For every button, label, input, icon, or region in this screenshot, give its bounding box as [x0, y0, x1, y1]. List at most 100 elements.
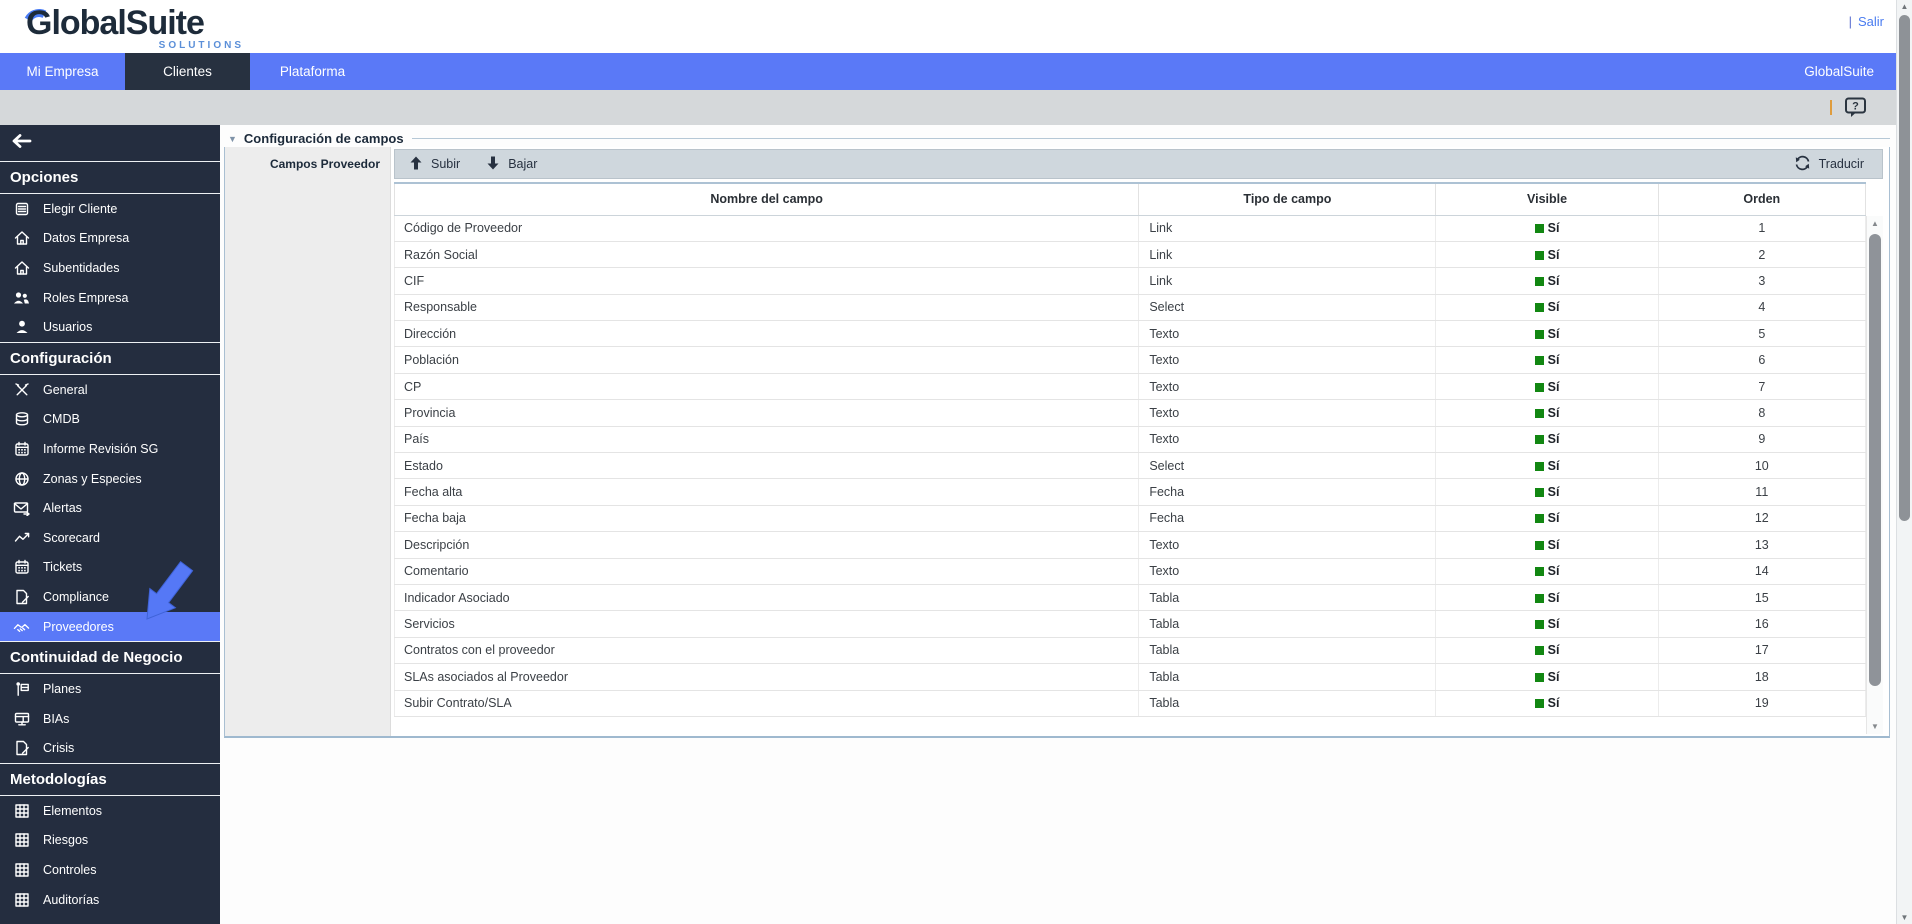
translate-label: Traducir: [1818, 157, 1864, 171]
handshake-icon: [13, 619, 30, 635]
sidebar-item-bias[interactable]: BIAs: [0, 704, 220, 734]
table-row[interactable]: Estado Select Sí 10: [393, 452, 1867, 480]
sidebar-item-controles[interactable]: Controles: [0, 855, 220, 885]
table-row[interactable]: Descripción Texto Sí 13: [393, 531, 1867, 559]
page-scrollbar-thumb[interactable]: [1899, 15, 1910, 521]
table-scrollbar-thumb[interactable]: [1869, 234, 1881, 686]
collapse-icon[interactable]: ▼: [228, 134, 237, 144]
visible-value: Sí: [1547, 300, 1560, 315]
visible-value: Sí: [1547, 353, 1560, 368]
sidebar-item-proveedores[interactable]: Proveedores: [0, 611, 220, 642]
sidebar-item-label: Proveedores: [43, 619, 114, 634]
sidebar-item-elegir-cliente[interactable]: Elegir Cliente: [0, 194, 220, 224]
sidebar-item-planes[interactable]: Planes: [0, 674, 220, 704]
green-square-icon: [1534, 382, 1544, 392]
scroll-up-icon[interactable]: ▲: [1867, 219, 1883, 228]
cell-field-name: Indicador Asociado: [393, 584, 1140, 612]
tab-mi-empresa[interactable]: Mi Empresa: [0, 53, 125, 90]
cell-visible: Sí: [1435, 531, 1659, 559]
cell-order: 1: [1657, 215, 1867, 242]
sidebar-item-general[interactable]: General: [0, 375, 220, 405]
table-row[interactable]: Subir Contrato/SLA Tabla Sí 19: [393, 690, 1867, 717]
main-nav: Mi Empresa Clientes Plataforma GlobalSuite: [0, 53, 1896, 90]
grid-icon: [13, 862, 30, 878]
sidebar-item-elementos[interactable]: Elementos: [0, 796, 220, 826]
table-row[interactable]: Código de Proveedor Link Sí 1: [393, 215, 1867, 242]
sidebar-item-cmdb[interactable]: CMDB: [0, 405, 220, 435]
table-scrollbar[interactable]: ▲ ▼: [1866, 216, 1883, 734]
table-row[interactable]: CIF Link Sí 3: [393, 267, 1867, 295]
cell-order: 19: [1657, 690, 1867, 717]
cell-field-name: SLAs asociados al Proveedor: [393, 663, 1140, 691]
table-row[interactable]: Fecha alta Fecha Sí 11: [393, 478, 1867, 506]
document-edit-icon: [13, 740, 30, 756]
sidebar-item-subentidades[interactable]: Subentidades: [0, 253, 220, 283]
sidebar-item-roles-empresa[interactable]: Roles Empresa: [0, 283, 220, 313]
sidebar-heading-opciones: Opciones: [0, 161, 220, 194]
tab-plataforma[interactable]: Plataforma: [250, 53, 375, 90]
cell-field-name: Provincia: [393, 399, 1140, 427]
column-header-tipo-de-campo: Tipo de campo: [1138, 182, 1437, 216]
table-row[interactable]: Provincia Texto Sí 8: [393, 399, 1867, 427]
cell-order: 8: [1657, 399, 1867, 427]
help-icon[interactable]: ?: [1844, 97, 1868, 119]
green-square-icon: [1534, 672, 1544, 682]
table-row[interactable]: Dirección Texto Sí 5: [393, 320, 1867, 348]
monitor-icon: [13, 711, 30, 727]
tab-clientes[interactable]: Clientes: [125, 53, 250, 90]
sidebar-item-riesgos[interactable]: Riesgos: [0, 826, 220, 856]
page-scroll-up-icon[interactable]: ▲: [1897, 2, 1912, 11]
logout-link[interactable]: Salir: [1858, 14, 1884, 29]
table-toolbar: Subir Bajar Traducir: [394, 149, 1883, 179]
visible-value: Sí: [1547, 564, 1560, 579]
sidebar-item-tickets[interactable]: Tickets: [0, 553, 220, 583]
green-square-icon: [1534, 699, 1544, 709]
visible-value: Sí: [1547, 379, 1560, 394]
table-row[interactable]: Población Texto Sí 6: [393, 346, 1867, 374]
app-logo: GlobalSuite SOLUTIONS: [18, 4, 266, 52]
sidebar-item-crisis[interactable]: Crisis: [0, 734, 220, 764]
table-row[interactable]: Servicios Tabla Sí 16: [393, 610, 1867, 638]
sidebar-item-label: Controles: [43, 863, 97, 878]
green-square-icon: [1534, 329, 1544, 339]
visible-value: Sí: [1547, 485, 1560, 500]
scroll-down-icon[interactable]: ▼: [1867, 722, 1883, 731]
table-row[interactable]: CP Texto Sí 7: [393, 373, 1867, 401]
sidebar-item-auditorias[interactable]: Auditorías: [0, 885, 220, 915]
nav-tabs: Mi Empresa Clientes Plataforma: [0, 53, 375, 90]
table-row[interactable]: Responsable Select Sí 4: [393, 294, 1867, 322]
sidebar-item-alertas[interactable]: Alertas: [0, 493, 220, 523]
sidebar-item-usuarios[interactable]: Usuarios: [0, 312, 220, 342]
table-row[interactable]: SLAs asociados al Proveedor Tabla Sí 18: [393, 663, 1867, 691]
sidebar-item-scorecard[interactable]: Scorecard: [0, 523, 220, 553]
cell-visible: Sí: [1435, 267, 1659, 295]
page-scrollbar[interactable]: ▲ ▼: [1896, 0, 1912, 924]
sidebar-item-informe-revision-sg[interactable]: Informe Revisión SG: [0, 434, 220, 464]
page-scroll-down-icon[interactable]: ▼: [1897, 913, 1912, 922]
sidebar-item-compliance[interactable]: Compliance: [0, 582, 220, 612]
cell-field-name: Fecha baja: [393, 505, 1140, 533]
sidebar-item-label: Elementos: [43, 803, 103, 818]
column-header-visible: Visible: [1435, 182, 1659, 216]
toolbar-strip: ?: [0, 90, 1896, 125]
green-square-icon: [1534, 461, 1544, 471]
table-row[interactable]: País Texto Sí 9: [393, 426, 1867, 454]
table-row[interactable]: Comentario Texto Sí 14: [393, 558, 1867, 585]
visible-value: Sí: [1547, 458, 1560, 473]
sidebar-item-datos-empresa[interactable]: Datos Empresa: [0, 224, 220, 254]
move-up-label: Subir: [431, 157, 461, 171]
cell-order: 6: [1657, 346, 1867, 374]
move-up-button[interactable]: Subir: [409, 156, 460, 173]
cell-field-name: CP: [393, 373, 1140, 401]
table-row[interactable]: Indicador Asociado Tabla Sí 15: [393, 584, 1867, 612]
translate-button[interactable]: Traducir: [1794, 155, 1864, 174]
table-row[interactable]: Razón Social Link Sí 2: [393, 241, 1867, 269]
cell-field-type: Texto: [1138, 558, 1437, 585]
cell-field-type: Texto: [1138, 373, 1437, 401]
sidebar-item-zonas-y-especies[interactable]: Zonas y Especies: [0, 464, 220, 494]
table-row[interactable]: Contratos con el proveedor Tabla Sí 17: [393, 637, 1867, 665]
table-row[interactable]: Fecha baja Fecha Sí 12: [393, 505, 1867, 533]
cell-field-type: Texto: [1138, 531, 1437, 559]
sidebar-collapse[interactable]: [0, 125, 220, 161]
move-down-button[interactable]: Bajar: [486, 156, 537, 173]
